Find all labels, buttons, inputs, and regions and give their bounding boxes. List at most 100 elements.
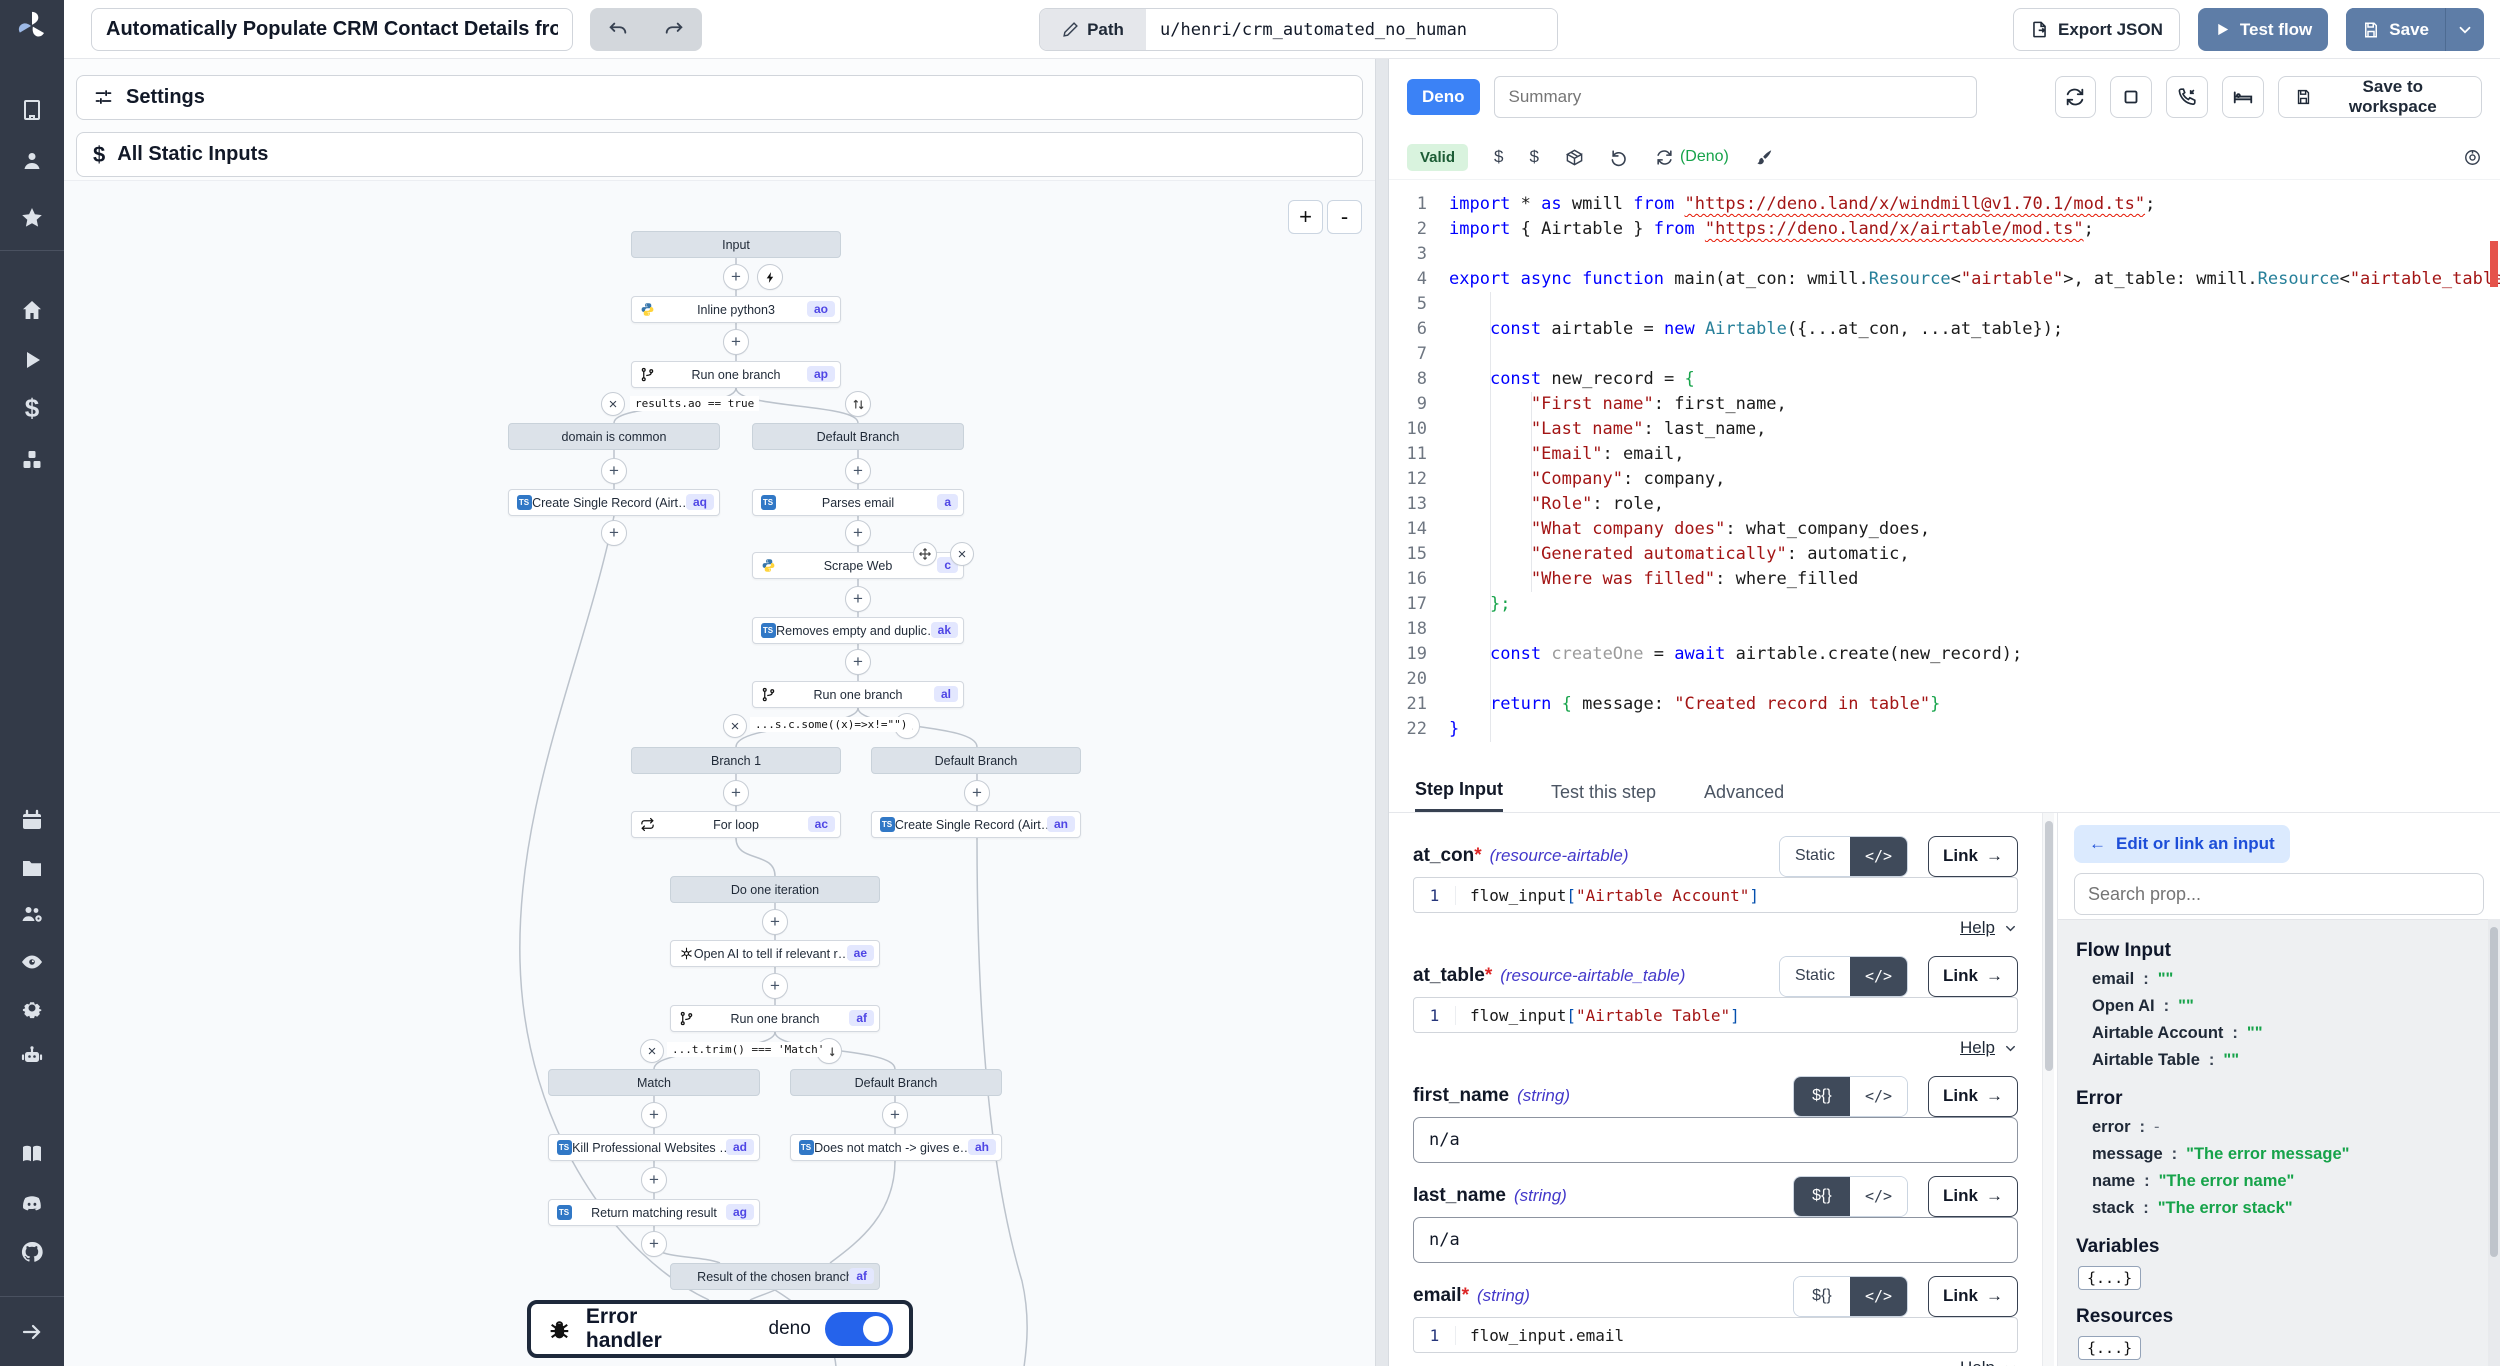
restart-icon[interactable] bbox=[2055, 76, 2097, 118]
mode-static-option[interactable]: ${} bbox=[1794, 1277, 1850, 1316]
path-input[interactable] bbox=[1146, 9, 1557, 50]
insert-step-icon[interactable]: + bbox=[845, 458, 871, 484]
node-for-loop[interactable]: For loopac bbox=[631, 811, 841, 838]
branch-header-branch-1[interactable]: Branch 1 bbox=[631, 747, 841, 774]
sidebar-item-resources-icon[interactable] bbox=[18, 446, 46, 474]
sidebar-expand-icon[interactable] bbox=[18, 1318, 46, 1346]
insert-step-icon[interactable]: + bbox=[762, 909, 788, 935]
input-mode-toggle[interactable]: ${}</> bbox=[1793, 1276, 1908, 1317]
sidebar-item-favorites-icon[interactable] bbox=[18, 204, 46, 232]
branch-header-match[interactable]: Match bbox=[548, 1069, 760, 1096]
save-to-workspace-button[interactable]: Save to workspace bbox=[2278, 76, 2482, 118]
link-input-button[interactable]: Link→ bbox=[1928, 1276, 2018, 1317]
node-kill-professional-websites[interactable]: TSKill Professional Websites mentionsad bbox=[548, 1134, 760, 1161]
insert-step-icon[interactable]: + bbox=[964, 780, 990, 806]
save-dropdown-button[interactable] bbox=[2446, 8, 2484, 51]
insert-step-icon[interactable]: + bbox=[723, 329, 749, 355]
sidebar-item-schedules-icon[interactable] bbox=[18, 806, 46, 834]
node-input[interactable]: Input bbox=[631, 231, 841, 258]
resource-picker-icon[interactable]: $ bbox=[1530, 147, 1539, 167]
zoom-in-button[interactable]: + bbox=[1288, 200, 1323, 234]
remove-branch-icon[interactable]: × bbox=[723, 714, 747, 738]
insert-step-icon[interactable]: + bbox=[601, 520, 627, 546]
sidebar-item-docs-icon[interactable] bbox=[18, 1140, 46, 1168]
suspend-icon[interactable] bbox=[2166, 76, 2208, 118]
prop-item-email[interactable]: email:"" bbox=[2076, 966, 2475, 993]
input-mode-toggle[interactable]: Static</> bbox=[1779, 836, 1908, 877]
regenerate-deno-button[interactable]: (Deno) bbox=[1655, 148, 1729, 167]
help-toggle[interactable]: Help bbox=[1413, 913, 2018, 943]
mode-javascript-option[interactable]: </> bbox=[1850, 1177, 1907, 1216]
prop-item-error[interactable]: error:- bbox=[2076, 1114, 2475, 1141]
mode-javascript-option[interactable]: </> bbox=[1850, 837, 1907, 876]
sidebar-item-folders-icon[interactable] bbox=[18, 854, 46, 882]
static-value-input-last_name[interactable] bbox=[1413, 1217, 2018, 1263]
remove-branch-icon[interactable]: × bbox=[640, 1039, 664, 1063]
branch-header-default-branch-1[interactable]: Default Branch bbox=[752, 423, 964, 450]
stop-icon[interactable] bbox=[2110, 76, 2152, 118]
sleep-icon[interactable] bbox=[2222, 76, 2264, 118]
insert-step-icon[interactable]: + bbox=[723, 780, 749, 806]
sidebar-item-settings-icon[interactable] bbox=[18, 994, 46, 1022]
trigger-bolt-icon[interactable] bbox=[757, 264, 783, 290]
link-input-button[interactable]: Link→ bbox=[1928, 956, 2018, 997]
node-run-one-branch-af[interactable]: Run one branchaf bbox=[670, 1005, 880, 1032]
insert-step-icon[interactable]: + bbox=[641, 1167, 667, 1193]
node-result-of-chosen-branch[interactable]: Result of the chosen branchaf bbox=[670, 1263, 880, 1290]
picker-scrollbar[interactable] bbox=[2488, 919, 2500, 1366]
branch-header-domain-is-common[interactable]: domain is common bbox=[508, 423, 720, 450]
node-run-one-branch-al[interactable]: Run one branchal bbox=[752, 681, 964, 708]
code-editor[interactable]: 1import * as wmill from "https://deno.la… bbox=[1389, 180, 2500, 765]
node-create-single-record-aq[interactable]: TSCreate Single Record (Airtable)aq bbox=[508, 489, 720, 516]
flow-graph-canvas[interactable]: InputInline python3aoRun one branchapdom… bbox=[64, 180, 1375, 1366]
remove-branch-icon[interactable]: × bbox=[601, 392, 625, 416]
variables-object-chip[interactable]: {...} bbox=[2078, 1266, 2141, 1290]
insert-step-icon[interactable]: + bbox=[601, 458, 627, 484]
mode-static-option[interactable]: ${} bbox=[1794, 1177, 1850, 1216]
mode-static-option[interactable]: Static bbox=[1780, 837, 1850, 876]
link-input-button[interactable]: Link→ bbox=[1928, 836, 2018, 877]
loop-header-do-one-iteration[interactable]: Do one iteration bbox=[670, 876, 880, 903]
input-mode-toggle[interactable]: Static</> bbox=[1779, 956, 1908, 997]
sidebar-item-workspace-icon[interactable] bbox=[18, 96, 46, 124]
input-mode-toggle[interactable]: ${}</> bbox=[1793, 1176, 1908, 1217]
package-icon[interactable] bbox=[1565, 148, 1584, 167]
summary-input[interactable] bbox=[1494, 76, 1977, 118]
branch-header-default-branch-3[interactable]: Default Branch bbox=[790, 1069, 1002, 1096]
expression-editor-at_con[interactable]: 1flow_input["Airtable Account"] bbox=[1413, 877, 2018, 913]
insert-step-icon[interactable]: + bbox=[845, 586, 871, 612]
tab-advanced[interactable]: Advanced bbox=[1704, 773, 1784, 812]
variable-picker-icon[interactable]: $ bbox=[1494, 147, 1503, 167]
node-openai-relevant-result[interactable]: Open AI to tell if relevant resultae bbox=[670, 940, 880, 967]
export-json-button[interactable]: Export JSON bbox=[2013, 8, 2180, 51]
windmill-logo-icon[interactable] bbox=[14, 8, 50, 44]
tab-step-input[interactable]: Step Input bbox=[1415, 773, 1503, 812]
sidebar-item-runs-icon[interactable] bbox=[18, 346, 46, 374]
node-parses-email[interactable]: TSParses emaila bbox=[752, 489, 964, 516]
test-flow-button[interactable]: Test flow bbox=[2198, 8, 2328, 51]
flow-title-input[interactable] bbox=[91, 8, 573, 51]
undo-icon[interactable] bbox=[590, 8, 646, 51]
node-return-matching-result[interactable]: TSReturn matching resultag bbox=[548, 1199, 760, 1226]
insert-step-icon[interactable]: + bbox=[641, 1231, 667, 1257]
insert-step-icon[interactable]: + bbox=[845, 649, 871, 675]
delete-node-icon[interactable]: × bbox=[950, 542, 974, 566]
resources-object-chip[interactable]: {...} bbox=[2078, 1336, 2141, 1360]
swap-branches-icon[interactable] bbox=[845, 391, 871, 417]
static-value-input-first_name[interactable] bbox=[1413, 1117, 2018, 1163]
insert-step-icon[interactable]: + bbox=[882, 1102, 908, 1128]
step-input-scrollbar[interactable] bbox=[2042, 813, 2054, 1366]
insert-step-icon[interactable]: + bbox=[845, 520, 871, 546]
link-input-button[interactable]: Link→ bbox=[1928, 1076, 2018, 1117]
node-does-not-match[interactable]: TSDoes not match -> gives empty valueah bbox=[790, 1134, 1002, 1161]
panel-resize-handle[interactable] bbox=[1375, 59, 1389, 1366]
prop-item-airtable-account[interactable]: Airtable Account:"" bbox=[2076, 1020, 2475, 1047]
prop-item-name[interactable]: name:"The error name" bbox=[2076, 1168, 2475, 1195]
input-mode-toggle[interactable]: ${}</> bbox=[1793, 1076, 1908, 1117]
zoom-out-button[interactable]: - bbox=[1327, 200, 1362, 234]
tab-test-this-step[interactable]: Test this step bbox=[1551, 773, 1656, 812]
all-static-inputs-row[interactable]: $ All Static Inputs bbox=[76, 132, 1363, 177]
insert-step-icon[interactable]: + bbox=[723, 264, 749, 290]
insert-step-icon[interactable]: + bbox=[641, 1102, 667, 1128]
sidebar-item-github-icon[interactable] bbox=[18, 1238, 46, 1266]
